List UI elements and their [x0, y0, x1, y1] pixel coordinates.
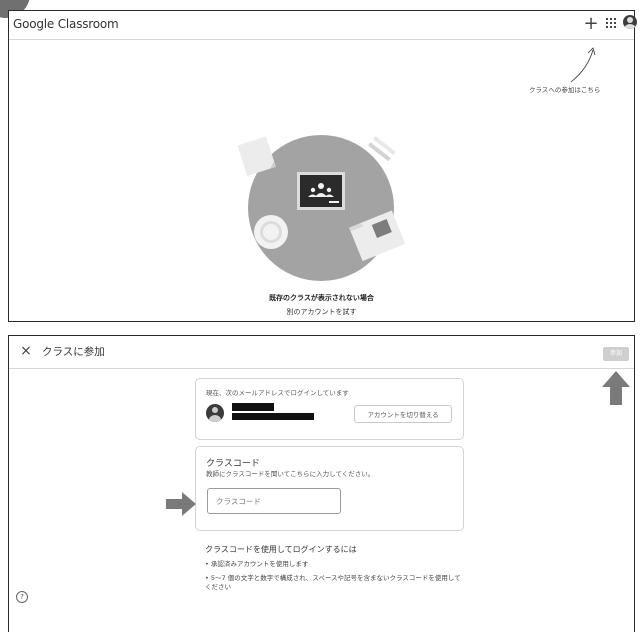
- class-code-description: 教師にクラスコードを聞いてこちらに入力してください。: [206, 470, 375, 478]
- join-button[interactable]: 参加: [603, 347, 629, 361]
- app-header: Google Classroom +: [9, 11, 637, 40]
- dialog-header: × クラスに参加 参加: [9, 336, 634, 369]
- avatar-icon[interactable]: [623, 15, 637, 29]
- dialog-title: クラスに参加: [42, 346, 105, 358]
- curved-arrow-icon: [570, 47, 596, 83]
- class-code-input[interactable]: [207, 488, 341, 514]
- no-classes-message: 既存のクラスが表示されない場合: [269, 294, 374, 302]
- requirement-item: • 承認済みアカウントを使用します: [205, 560, 309, 568]
- account-avatar: [206, 404, 224, 422]
- classroom-home-panel: Google Classroom + クラスへの参加はこちら 既存のクラスが表示…: [8, 10, 637, 322]
- app-title[interactable]: Google Classroom: [13, 17, 119, 31]
- signed-in-label: 現在、次のメールアドレスでログインしています: [206, 389, 349, 397]
- class-code-card: クラスコード 教師にクラスコードを聞いてこちらに入力してください。: [195, 446, 464, 531]
- help-icon[interactable]: ?: [16, 591, 28, 603]
- right-arrow-icon: [166, 492, 196, 516]
- switch-account-button[interactable]: アカウントを切り替える: [354, 405, 452, 423]
- empty-state-illustration: [237, 135, 406, 281]
- redacted-email: [232, 413, 314, 420]
- redacted-name: [232, 403, 274, 411]
- requirement-item: • 5〜7 個の文字と数字で構成され、スペースや記号を含まないクラスコードを使用…: [205, 574, 461, 591]
- join-class-hint: クラスへの参加はこちら: [529, 86, 601, 94]
- account-card: 現在、次のメールアドレスでログインしています アカウントを切り替える: [195, 378, 464, 440]
- up-arrow-icon: [602, 371, 630, 405]
- plus-icon[interactable]: +: [581, 14, 601, 34]
- try-other-account-link[interactable]: 別のアカウントを試す: [9, 307, 634, 317]
- requirements-title: クラスコードを使用してログインするには: [205, 545, 357, 554]
- close-icon[interactable]: ×: [18, 342, 34, 360]
- apps-grid-icon[interactable]: [606, 18, 618, 30]
- join-class-dialog: × クラスに参加 参加 現在、次のメールアドレスでログインしています アカウント…: [8, 335, 635, 632]
